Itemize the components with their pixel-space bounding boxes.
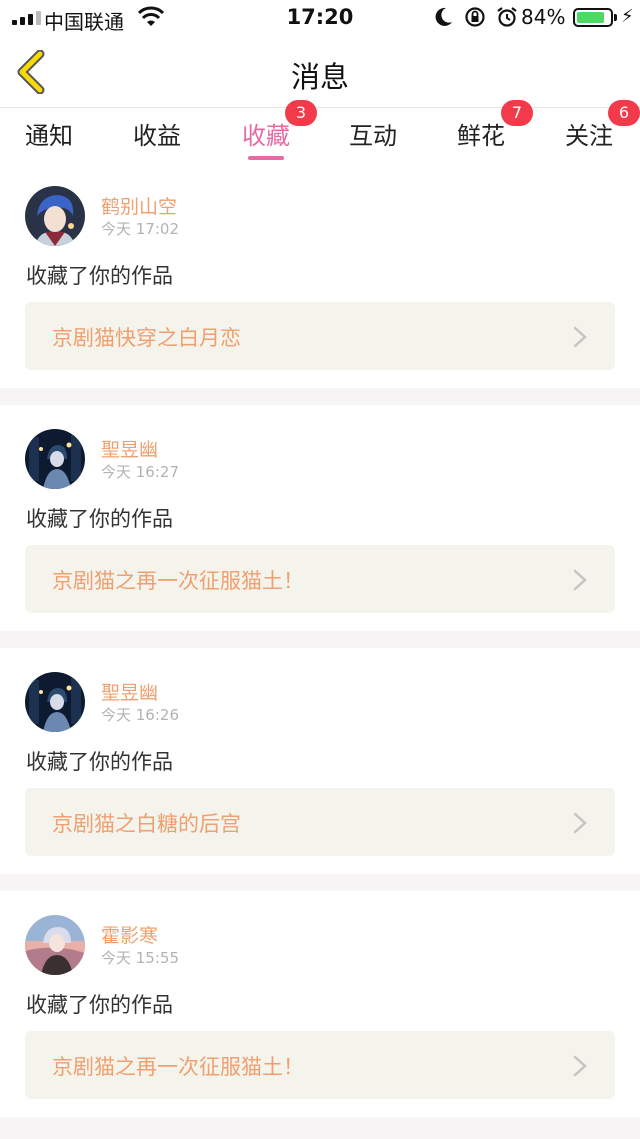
message-time: 今天 17:02 — [101, 220, 179, 238]
work-title: 京剧猫快穿之白月恋 — [52, 326, 241, 350]
chevron-right-icon — [573, 326, 587, 348]
tab-bar: 通知 收益 收藏 互动 鲜花 关注 — [0, 108, 640, 162]
work-title: 京剧猫之再一次征服猫土！ — [52, 1055, 304, 1079]
active-tab-indicator — [248, 156, 284, 160]
message-time: 今天 16:26 — [101, 706, 179, 724]
message-action: 收藏了你的作品 — [26, 264, 173, 288]
status-bar: 中国联通 17:20 84% ⚡ — [0, 0, 640, 36]
tab-notifications[interactable]: 通知 — [25, 116, 73, 151]
work-link[interactable]: 京剧猫之再一次征服猫土！ — [25, 545, 615, 613]
tab-favorites[interactable]: 收藏 — [242, 116, 290, 160]
work-link[interactable]: 京剧猫之白糖的后宫 — [25, 788, 615, 856]
chevron-right-icon — [573, 812, 587, 834]
avatar[interactable] — [25, 429, 85, 489]
work-title: 京剧猫之白糖的后宫 — [52, 812, 241, 836]
tab-flowers[interactable]: 鲜花 — [457, 116, 505, 151]
message-card: 聖昱幽 今天 16:26 收藏了你的作品 京剧猫之白糖的后宫 — [0, 648, 640, 874]
avatar[interactable] — [25, 186, 85, 246]
tab-follows-badge: 6 — [608, 100, 640, 126]
work-link[interactable]: 京剧猫之再一次征服猫土！ — [25, 1031, 615, 1099]
alarm-icon — [497, 7, 517, 27]
battery-tip — [614, 14, 617, 21]
tab-flowers-badge: 7 — [501, 100, 533, 126]
username[interactable]: 霍影寒 — [101, 921, 158, 948]
message-action: 收藏了你的作品 — [26, 750, 173, 774]
avatar[interactable] — [25, 672, 85, 732]
work-title: 京剧猫之再一次征服猫土！ — [52, 569, 304, 593]
message-time: 今天 15:55 — [101, 949, 179, 967]
work-link[interactable]: 京剧猫快穿之白月恋 — [25, 302, 615, 370]
message-card: 聖昱幽 今天 16:27 收藏了你的作品 京剧猫之再一次征服猫土！ — [0, 405, 640, 631]
message-action: 收藏了你的作品 — [26, 993, 173, 1017]
nav-bar: 消息 — [0, 36, 640, 108]
battery-percent: 84% — [521, 5, 566, 29]
tab-interactions[interactable]: 互动 — [349, 116, 397, 151]
username[interactable]: 聖昱幽 — [101, 678, 158, 705]
tab-favorites-badge: 3 — [285, 100, 317, 126]
tab-follows[interactable]: 关注 — [565, 116, 613, 151]
username[interactable]: 聖昱幽 — [101, 435, 158, 462]
message-time: 今天 16:27 — [101, 463, 179, 481]
page-title: 消息 — [290, 60, 349, 94]
message-card: 霍影寒 今天 15:55 收藏了你的作品 京剧猫之再一次征服猫土！ — [0, 891, 640, 1117]
rotation-lock-icon — [465, 7, 485, 27]
battery-level-fill — [577, 12, 604, 23]
username[interactable]: 鹤别山空 — [101, 192, 177, 219]
chevron-right-icon — [573, 1055, 587, 1077]
charging-icon: ⚡ — [621, 6, 634, 27]
message-action: 收藏了你的作品 — [26, 507, 173, 531]
moon-icon — [435, 7, 452, 26]
avatar[interactable] — [25, 915, 85, 975]
chevron-right-icon — [573, 569, 587, 591]
battery-icon — [573, 8, 613, 27]
message-card: 鹤别山空 今天 17:02 收藏了你的作品 京剧猫快穿之白月恋 — [0, 162, 640, 388]
tab-earnings[interactable]: 收益 — [133, 116, 181, 151]
